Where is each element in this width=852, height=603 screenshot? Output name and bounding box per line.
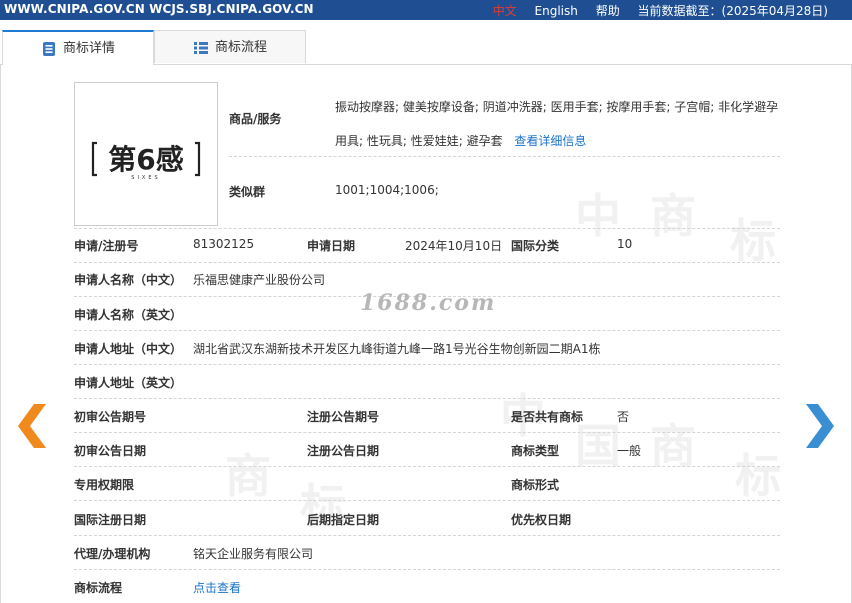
later-date-label: 后期指定日期 — [307, 513, 380, 527]
document-icon — [42, 41, 55, 56]
divider — [74, 398, 780, 399]
tm-type-value: 一般 — [617, 444, 642, 458]
divider — [74, 432, 780, 433]
tm-type-label: 商标类型 — [511, 444, 560, 458]
watermark-char: 标 — [735, 449, 781, 503]
exclusive-label: 专用权期限 — [74, 478, 135, 492]
divider — [74, 262, 780, 263]
data-date: 当前数据截至：(2025年04月28日) — [637, 4, 828, 18]
shared-label: 是否共有商标 — [511, 410, 584, 424]
divider — [229, 156, 780, 157]
view-details-link[interactable]: 查看详细信息 — [514, 134, 586, 148]
tab-bar: 商标详情 商标流程 — [0, 30, 852, 65]
applicant-cn-value: 乐福思健康产业股份公司 — [193, 273, 326, 287]
goods-list: 振动按摩器; 健美按摩设备; 阴道冲洗器; 医用手套; 按摩用手套; 子宫帽; … — [335, 90, 785, 158]
top-bar-right: 中文 English 帮助 当前数据截至：(2025年04月28日) — [479, 2, 828, 19]
divider — [74, 364, 780, 365]
agent-label: 代理/办理机构 — [74, 547, 151, 561]
address-cn-value: 湖北省武汉东湖新技术开发区九峰街道九峰一路1号光谷生物创新园二期A1栋 — [193, 342, 601, 356]
watermark-char: 商 — [650, 189, 696, 243]
logo-text: 第6感 — [108, 143, 183, 176]
top-bar: WWW.CNIPA.GOV.CN WCJS.SBJ.CNIPA.GOV.CN 中… — [0, 0, 852, 20]
prelim-date-label: 初审公告日期 — [74, 444, 147, 458]
applicant-cn-label: 申请人名称（中文） — [74, 273, 183, 287]
site-domains: WWW.CNIPA.GOV.CN WCJS.SBJ.CNIPA.GOV.CN — [4, 2, 314, 16]
help-link[interactable]: 帮助 — [596, 4, 620, 18]
next-arrow-icon[interactable] — [806, 404, 836, 448]
reg-pub-date-label: 注册公告日期 — [307, 444, 380, 458]
watermark-char: 中 — [575, 189, 621, 243]
tab-trademark-process[interactable]: 商标流程 — [154, 30, 306, 63]
divider — [74, 330, 780, 331]
goods-label: 商品/服务 — [229, 112, 282, 126]
similar-group-value: 1001;1004;1006; — [335, 183, 439, 197]
divider — [74, 535, 780, 536]
reg-no-value: 81302125 — [193, 237, 255, 251]
address-en-label: 申请人地址（英文） — [74, 376, 183, 390]
tm-form-label: 商标形式 — [511, 478, 560, 492]
lang-english-link[interactable]: English — [535, 4, 578, 18]
prev-arrow-icon[interactable] — [16, 404, 46, 448]
site-watermark: 1688.com — [360, 290, 497, 316]
divider — [74, 569, 780, 570]
intl-class-value: 10 — [617, 237, 633, 251]
similar-group-label: 类似群 — [229, 185, 266, 199]
priority-date-label: 优先权日期 — [511, 513, 572, 527]
divider — [74, 466, 780, 467]
reg-pub-no-label: 注册公告期号 — [307, 410, 380, 424]
lang-chinese-link[interactable]: 中文 — [493, 4, 517, 18]
trademark-image: 第6感 SIXES — [74, 82, 218, 226]
logo-subtext: SIXES — [131, 175, 160, 181]
prelim-no-label: 初审公告期号 — [74, 410, 147, 424]
apply-date-label: 申请日期 — [307, 239, 356, 253]
intl-class-label: 国际分类 — [511, 239, 560, 253]
intl-reg-date-label: 国际注册日期 — [74, 513, 147, 527]
apply-date-value: 2024年10月10日 — [405, 239, 503, 253]
reg-no-label: 申请/注册号 — [74, 239, 139, 253]
agent-value: 铭天企业服务有限公司 — [193, 547, 314, 561]
address-cn-label: 申请人地址（中文） — [74, 342, 183, 356]
watermark-char: 商 — [225, 449, 271, 503]
list-icon — [193, 41, 208, 54]
divider — [74, 500, 780, 501]
tab-label: 商标详情 — [62, 41, 115, 56]
applicant-en-label: 申请人名称（英文） — [74, 308, 183, 322]
tab-label: 商标流程 — [214, 40, 267, 55]
flow-label: 商标流程 — [74, 581, 123, 595]
trademark-logo: 第6感 SIXES — [91, 141, 201, 181]
view-flow-link[interactable]: 点击查看 — [193, 579, 241, 596]
divider — [74, 228, 780, 229]
shared-value: 否 — [617, 410, 630, 424]
tab-trademark-detail[interactable]: 商标详情 — [2, 30, 154, 65]
